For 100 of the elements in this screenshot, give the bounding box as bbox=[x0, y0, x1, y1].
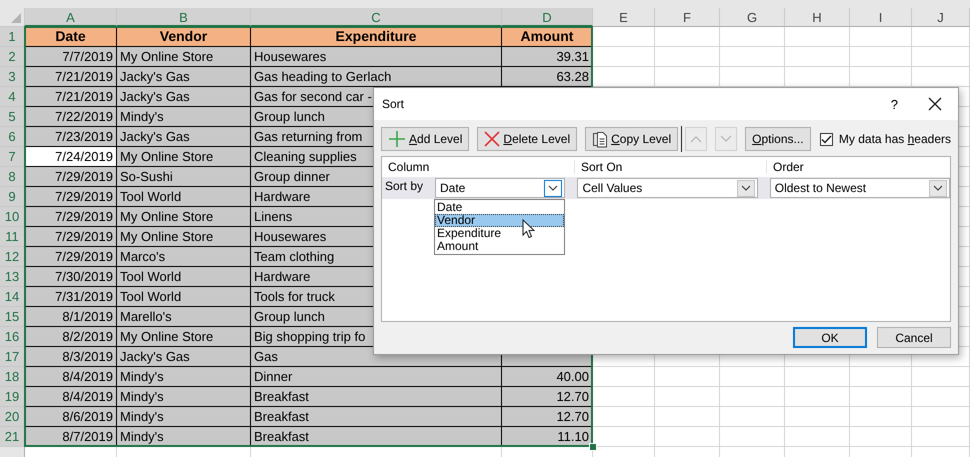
table-cell: 39.31 bbox=[502, 47, 593, 67]
column-header[interactable]: C bbox=[251, 8, 502, 27]
table-cell bbox=[655, 387, 720, 407]
row-header[interactable]: 1 bbox=[0, 27, 25, 47]
table-cell: 8/6/2019 bbox=[25, 407, 117, 427]
table-cell bbox=[785, 27, 850, 47]
table-cell: Mindy's bbox=[117, 427, 251, 447]
row-header[interactable]: 17 bbox=[0, 347, 25, 367]
close-icon[interactable] bbox=[928, 97, 942, 111]
fill-handle[interactable] bbox=[589, 443, 597, 451]
table-cell bbox=[655, 27, 720, 47]
row-header[interactable]: 18 bbox=[0, 367, 25, 387]
table-cell: 7/29/2019 bbox=[25, 227, 117, 247]
column-header[interactable]: D bbox=[502, 8, 593, 27]
table-cell bbox=[720, 387, 785, 407]
table-cell: 8/4/2019 bbox=[25, 367, 117, 387]
table-cell bbox=[655, 47, 720, 67]
checkbox[interactable] bbox=[820, 132, 833, 146]
table-cell: Breakfast bbox=[251, 427, 502, 447]
table-cell bbox=[850, 27, 912, 47]
copy-level-button[interactable]: Copy Level bbox=[585, 127, 678, 151]
row-header[interactable]: 16 bbox=[0, 327, 25, 347]
sort-on-dropdown[interactable]: Cell Values bbox=[577, 178, 758, 198]
table-cell: 7/29/2019 bbox=[25, 247, 117, 267]
table-cell: 8/4/2019 bbox=[25, 387, 117, 407]
row-header[interactable]: 10 bbox=[0, 207, 25, 227]
add-level-button[interactable]: Add Level bbox=[381, 127, 470, 151]
row-header[interactable]: 3 bbox=[0, 67, 25, 87]
plus-icon bbox=[388, 130, 406, 148]
table-cell bbox=[593, 407, 655, 427]
table-cell: Jacky's Gas bbox=[117, 67, 251, 87]
table-cell: 7/7/2019 bbox=[25, 47, 117, 67]
column-header[interactable]: A bbox=[25, 8, 117, 27]
column-heading: Amount bbox=[502, 27, 593, 47]
table-cell: 7/29/2019 bbox=[25, 187, 117, 207]
table-cell: My Online Store bbox=[117, 227, 251, 247]
column-header[interactable]: E bbox=[593, 8, 655, 27]
column-heading: Order bbox=[766, 160, 950, 174]
row-header[interactable]: 15 bbox=[0, 307, 25, 327]
table-cell: Breakfast bbox=[251, 387, 502, 407]
row-header[interactable]: 13 bbox=[0, 267, 25, 287]
row-header[interactable]: 12 bbox=[0, 247, 25, 267]
table-cell bbox=[593, 387, 655, 407]
row-header[interactable]: 19 bbox=[0, 387, 25, 407]
row-header[interactable]: 7 bbox=[0, 147, 25, 167]
options-button[interactable]: Options... bbox=[745, 127, 811, 151]
table-cell: Breakfast bbox=[251, 407, 502, 427]
row-header[interactable]: 21 bbox=[0, 427, 25, 447]
table-cell bbox=[720, 427, 785, 447]
table-cell bbox=[850, 47, 912, 67]
table-cell bbox=[850, 427, 912, 447]
row-header[interactable]: 20 bbox=[0, 407, 25, 427]
column-header[interactable]: F bbox=[655, 8, 720, 27]
table-cell: 8/1/2019 bbox=[25, 307, 117, 327]
cancel-button[interactable]: Cancel bbox=[877, 327, 951, 348]
column-header[interactable]: G bbox=[720, 8, 785, 27]
table-cell bbox=[720, 407, 785, 427]
table-cell: Marco's bbox=[117, 247, 251, 267]
delete-level-button[interactable]: Delete Level bbox=[477, 127, 578, 151]
table-cell: 40.00 bbox=[502, 367, 593, 387]
column-dropdown[interactable]: Date bbox=[435, 178, 566, 198]
table-cell bbox=[912, 27, 970, 47]
table-cell bbox=[785, 367, 850, 387]
table-cell bbox=[912, 47, 970, 67]
column-header[interactable]: H bbox=[785, 8, 850, 27]
table-cell bbox=[720, 47, 785, 67]
row-header[interactable]: 2 bbox=[0, 47, 25, 67]
help-button[interactable]: ? bbox=[890, 96, 898, 112]
row-header[interactable]: 14 bbox=[0, 287, 25, 307]
row-header[interactable]: 5 bbox=[0, 107, 25, 127]
table-cell bbox=[850, 407, 912, 427]
table-cell bbox=[593, 47, 655, 67]
column-header[interactable]: J bbox=[912, 8, 970, 27]
ok-button[interactable]: OK bbox=[793, 327, 867, 348]
row-header[interactable]: 11 bbox=[0, 227, 25, 247]
table-cell: 8/2/2019 bbox=[25, 327, 117, 347]
table-cell: 7/30/2019 bbox=[25, 267, 117, 287]
table-cell: Marello's bbox=[117, 307, 251, 327]
table-cell: Tool World bbox=[117, 187, 251, 207]
mouse-pointer-icon bbox=[522, 219, 535, 239]
row-header[interactable]: 6 bbox=[0, 127, 25, 147]
table-cell: Jacky's Gas bbox=[117, 87, 251, 107]
column-header[interactable]: I bbox=[850, 8, 912, 27]
table-cell: 63.28 bbox=[502, 67, 593, 87]
row-header[interactable]: 4 bbox=[0, 87, 25, 107]
table-cell: Jacky's Gas bbox=[117, 127, 251, 147]
table-cell: Gas heading to Gerlach bbox=[251, 67, 502, 87]
table-cell: 12.70 bbox=[502, 407, 593, 427]
order-dropdown[interactable]: Oldest to Newest bbox=[770, 178, 950, 198]
row-header[interactable]: 8 bbox=[0, 167, 25, 187]
row-header[interactable]: 9 bbox=[0, 187, 25, 207]
checkbox-label: My data has headers bbox=[838, 132, 951, 146]
table-cell bbox=[593, 27, 655, 47]
table-cell: 7/21/2019 bbox=[25, 67, 117, 87]
column-header[interactable]: B bbox=[117, 8, 251, 27]
table-cell: My Online Store bbox=[117, 207, 251, 227]
table-cell: 12.70 bbox=[502, 387, 593, 407]
table-cell: Mindy's bbox=[117, 407, 251, 427]
dropdown-option[interactable]: Vendor bbox=[435, 214, 564, 227]
chevron-down-icon bbox=[720, 135, 732, 143]
